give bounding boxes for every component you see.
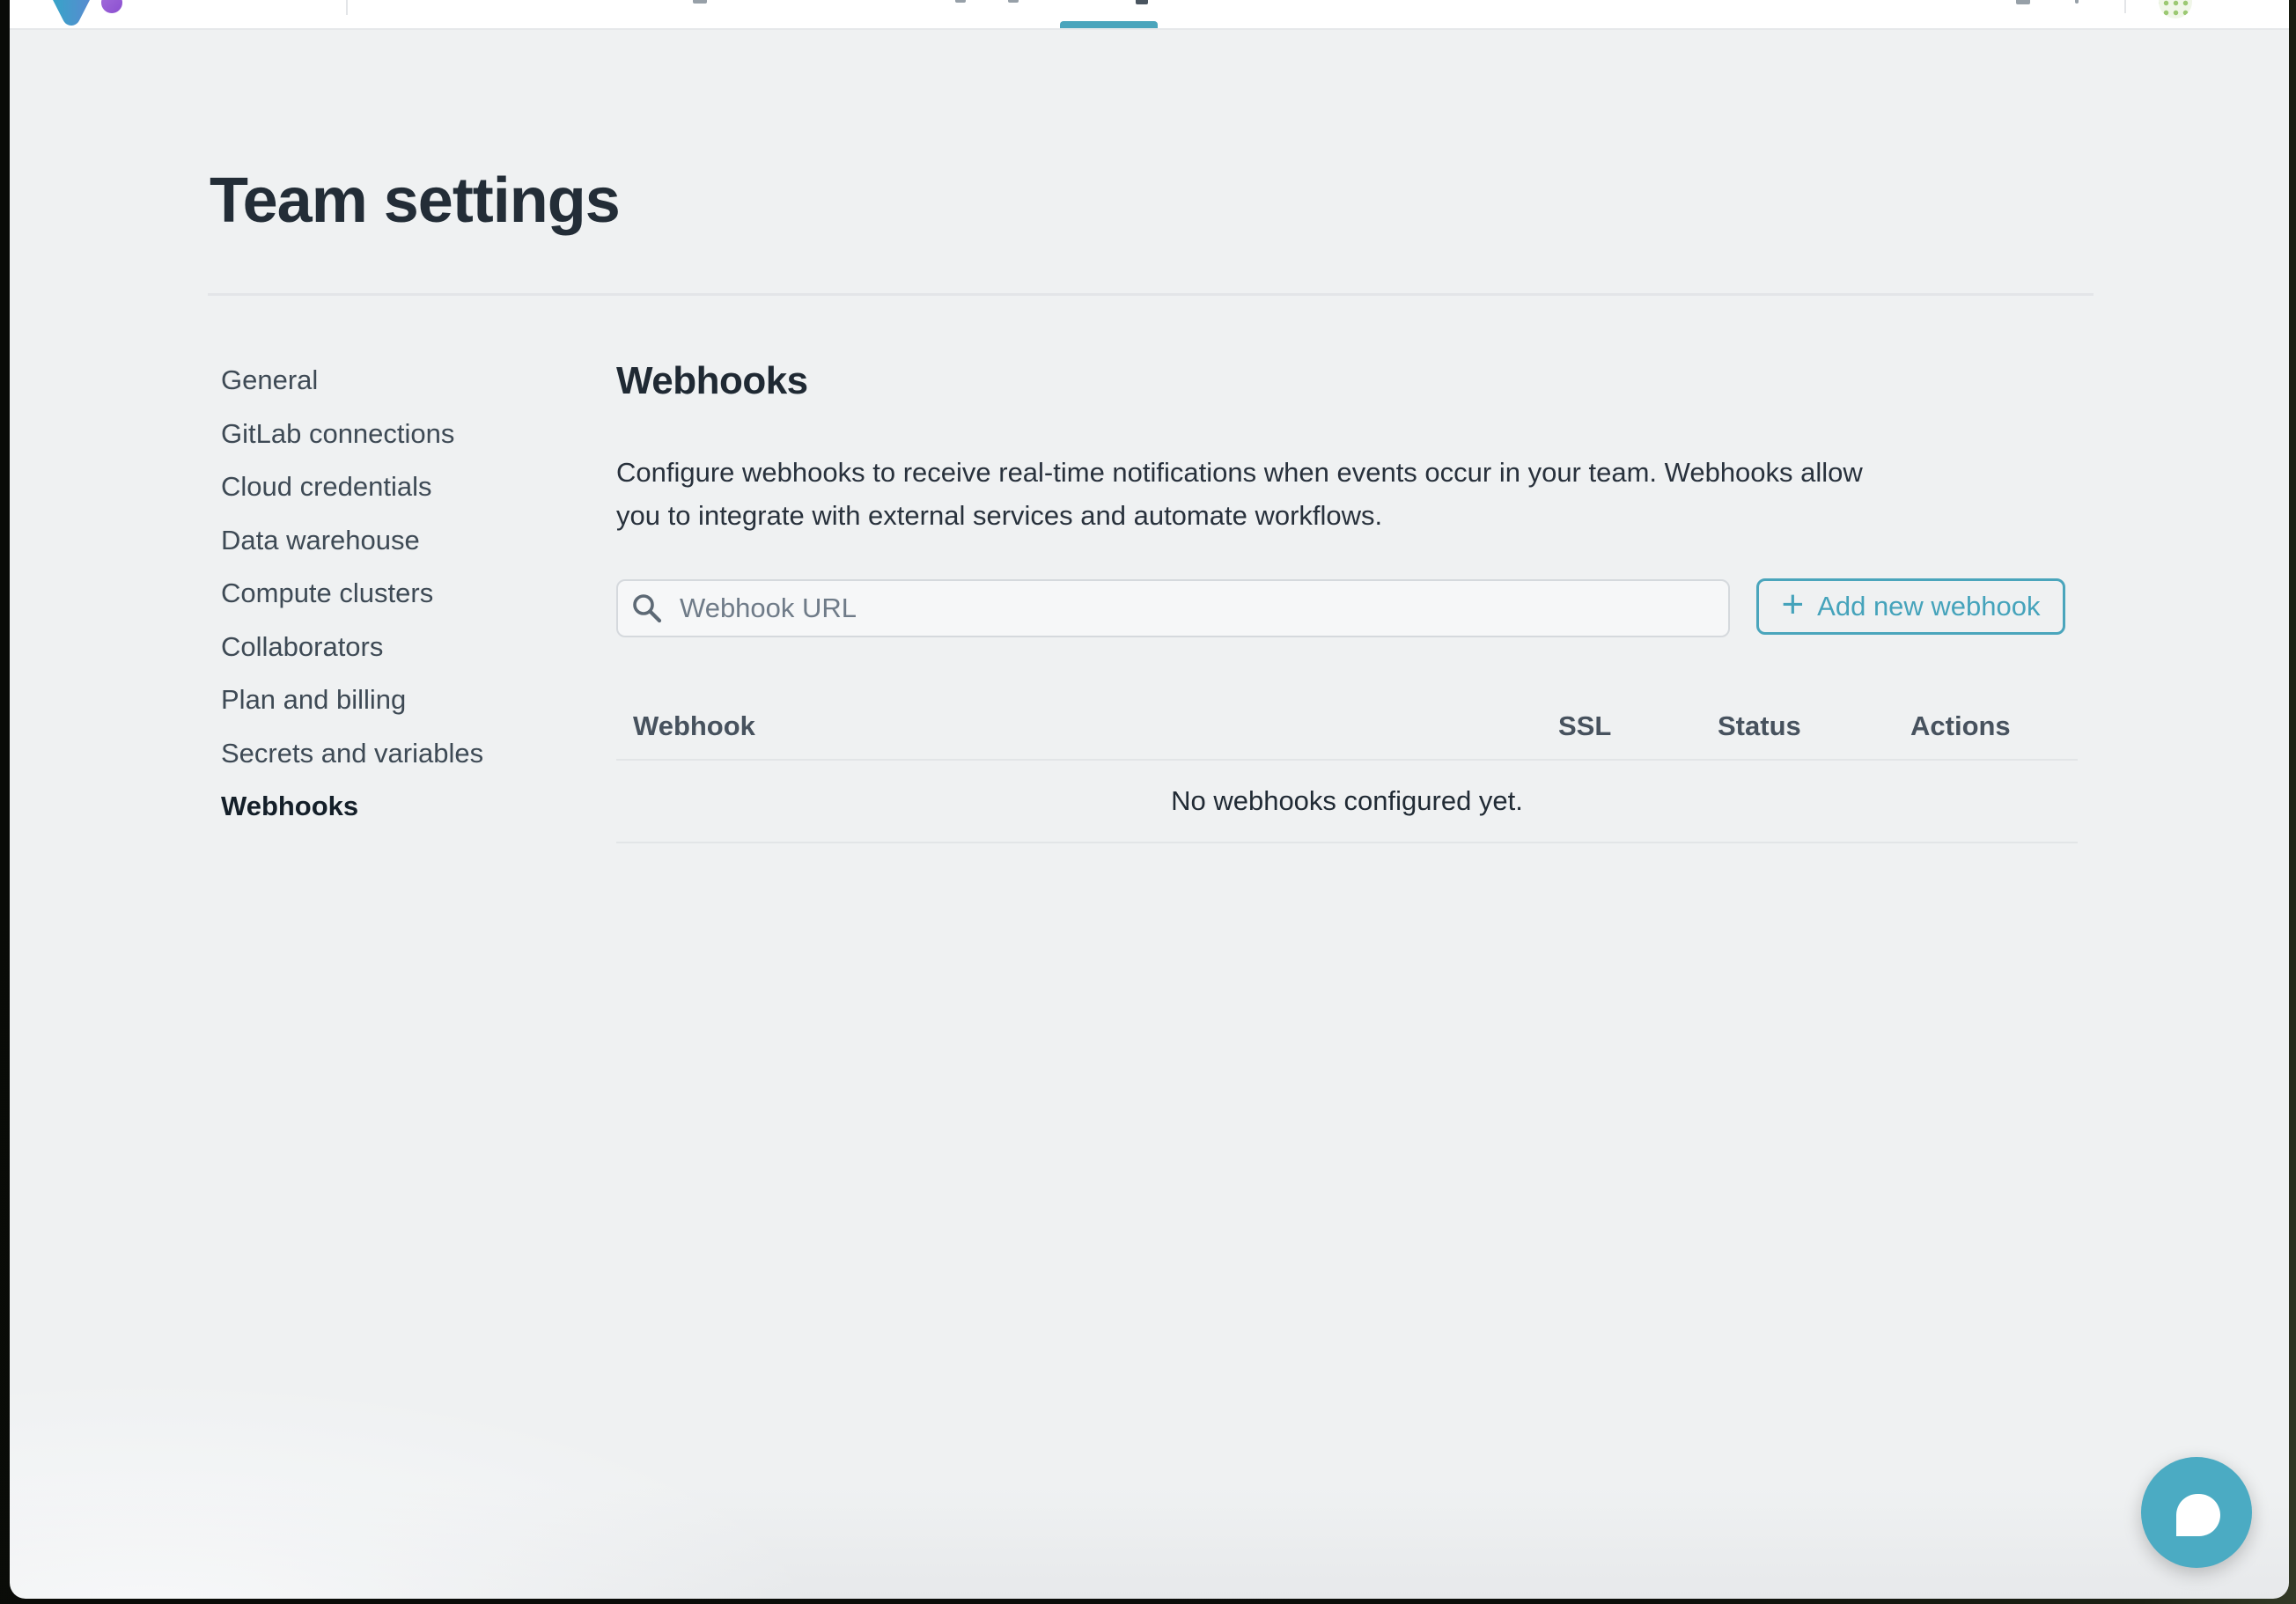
- add-webhook-label: Add new webhook: [1817, 591, 2040, 622]
- cutoff-nav-text-fragment: [1008, 0, 1019, 3]
- cutoff-nav-text-fragment: [693, 0, 707, 4]
- section-description: Configure webhooks to receive real-time …: [616, 451, 1863, 537]
- sidebar-item-data-warehouse[interactable]: Data warehouse: [221, 514, 420, 568]
- webhook-url-search-input[interactable]: [616, 579, 1730, 637]
- cutoff-nav-text-fragment: [955, 0, 966, 3]
- cutoff-nav-icon-fragment: [2016, 0, 2030, 4]
- topbar-divider: [2124, 0, 2126, 13]
- sidebar-item-compute-clusters[interactable]: Compute clusters: [221, 567, 433, 621]
- sidebar-item-cloud-credentials[interactable]: Cloud credentials: [221, 460, 432, 514]
- app-logo-icon[interactable]: [48, 0, 133, 26]
- sidebar-item-collaborators[interactable]: Collaborators: [221, 621, 383, 674]
- active-tab-indicator: [1060, 21, 1158, 28]
- page-title: Team settings: [210, 164, 620, 238]
- settings-sidebar: General GitLab connections Cloud credent…: [221, 354, 483, 834]
- table-header-row: Webhook SSL Status Actions: [616, 694, 2078, 761]
- top-navigation-bar: [10, 0, 2289, 30]
- empty-state-message: No webhooks configured yet.: [1171, 785, 1523, 817]
- sidebar-item-plan-and-billing[interactable]: Plan and billing: [221, 673, 406, 727]
- cutoff-nav-icon-fragment: [2075, 0, 2079, 4]
- column-header-webhook: Webhook: [616, 710, 1558, 742]
- cutoff-nav-text-fragment: [1136, 0, 1148, 4]
- description-line: you to integrate with external services …: [616, 494, 1863, 537]
- title-divider: [208, 293, 2094, 296]
- webhooks-table: Webhook SSL Status Actions No webhooks c…: [616, 694, 2078, 843]
- add-webhook-button[interactable]: + Add new webhook: [1756, 578, 2065, 635]
- chat-bubble-icon: [2176, 1494, 2220, 1536]
- section-title: Webhooks: [616, 359, 808, 403]
- user-avatar[interactable]: [2159, 0, 2192, 18]
- column-header-status: Status: [1718, 710, 1910, 742]
- topbar-divider: [346, 0, 348, 15]
- sidebar-item-gitlab-connections[interactable]: GitLab connections: [221, 408, 454, 461]
- plus-icon: +: [1781, 585, 1804, 624]
- table-empty-row: No webhooks configured yet.: [616, 761, 2078, 843]
- description-line: Configure webhooks to receive real-time …: [616, 451, 1863, 494]
- sidebar-item-general[interactable]: General: [221, 354, 318, 408]
- column-header-ssl: SSL: [1558, 710, 1718, 742]
- sidebar-item-secrets-and-variables[interactable]: Secrets and variables: [221, 727, 483, 781]
- app-window: Team settings General GitLab connections…: [10, 0, 2289, 1599]
- chat-widget-button[interactable]: [2141, 1457, 2252, 1568]
- sidebar-item-webhooks[interactable]: Webhooks: [221, 780, 358, 834]
- column-header-actions: Actions: [1910, 710, 2078, 742]
